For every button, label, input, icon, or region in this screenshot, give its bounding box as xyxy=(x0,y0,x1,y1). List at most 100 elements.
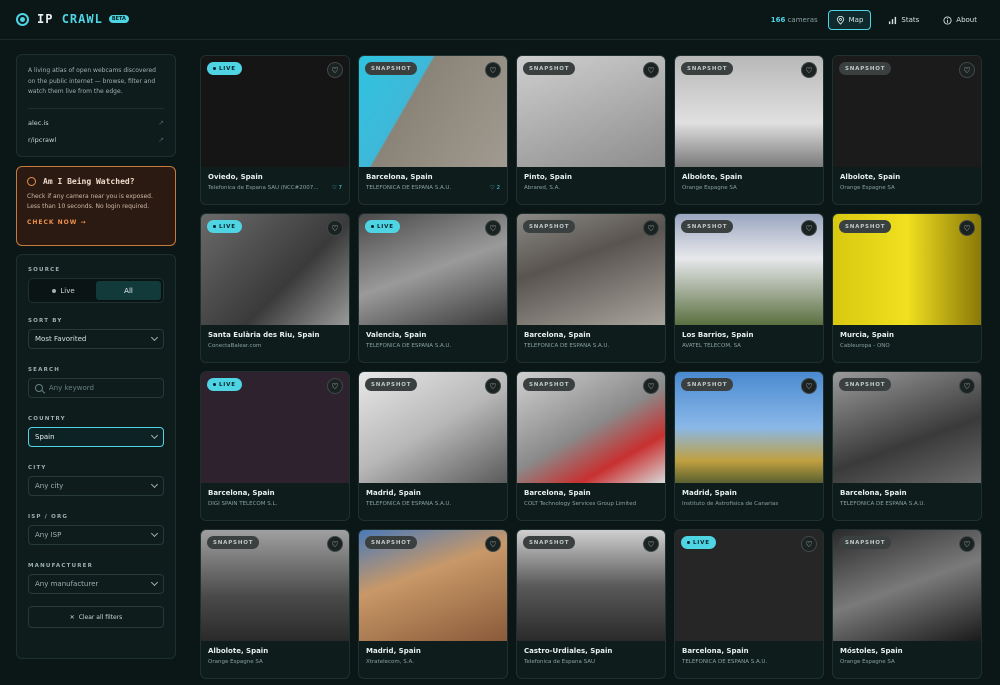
camera-isp: Telefonica de Espana SAU (NCC#2007... xyxy=(208,185,319,191)
camera-isp: ConectaBalear.com xyxy=(208,343,262,349)
status-badge: SNAPSHOT xyxy=(365,62,418,75)
camera-card[interactable]: LIVE ♡ Barcelona, Spain DIGI SPAIN TELECOM … xyxy=(200,371,350,521)
isp-select[interactable]: Any ISP xyxy=(28,525,164,545)
camera-card[interactable]: SNAPSHOT ♡ Móstoles, Spain Orange Espagne S… xyxy=(832,529,982,679)
camera-thumbnail[interactable]: SNAPSHOT ♡ xyxy=(833,56,981,167)
camera-card[interactable]: SNAPSHOT ♡ Albolote, Spain Orange Espagne S… xyxy=(200,529,350,679)
favorite-heart-icon[interactable]: ♡ xyxy=(801,536,817,552)
favorite-heart-icon[interactable]: ♡ xyxy=(643,62,659,78)
status-badge: SNAPSHOT xyxy=(207,536,260,549)
search-box xyxy=(28,378,164,398)
link-reddit[interactable]: r/ipcrawl ↗ xyxy=(28,132,164,149)
favorite-heart-icon[interactable]: ♡ xyxy=(327,378,343,394)
camera-city: Barcelona, Spain xyxy=(208,489,275,497)
favorite-heart-icon[interactable]: ♡ xyxy=(959,62,975,78)
status-badge: SNAPSHOT xyxy=(681,220,734,233)
camera-thumbnail[interactable]: SNAPSHOT ♡ xyxy=(833,214,981,325)
camera-thumbnail[interactable]: SNAPSHOT ♡ xyxy=(675,56,823,167)
camera-thumbnail[interactable]: SNAPSHOT ♡ xyxy=(675,214,823,325)
favorite-heart-icon[interactable]: ♡ xyxy=(485,536,501,552)
camera-card[interactable]: LIVE ♡ Valencia, Spain TELEFONICA DE ESPANA… xyxy=(358,213,508,363)
camera-thumbnail[interactable]: LIVE ♡ xyxy=(675,530,823,641)
favorite-heart-icon[interactable]: ♡ xyxy=(643,378,659,394)
camera-card[interactable]: SNAPSHOT ♡ Barcelona, Spain TELEFONICA DE E… xyxy=(832,371,982,521)
camera-card[interactable]: SNAPSHOT ♡ Castro-Urdiales, Spain Telefonic… xyxy=(516,529,666,679)
camera-card[interactable]: LIVE ♡ Oviedo, Spain Telefonica de Espana S… xyxy=(200,55,350,205)
camera-thumbnail[interactable]: LIVE ♡ xyxy=(201,56,349,167)
camera-card[interactable]: SNAPSHOT ♡ Madrid, Spain TELEFONICA DE ESPA… xyxy=(358,371,508,521)
camera-card[interactable]: LIVE ♡ Barcelona, Spain TELEFONICA DE ESPAN… xyxy=(674,529,824,679)
camera-isp: TELEFONICA DE ESPANA S.A.U. xyxy=(366,343,452,349)
camera-thumbnail[interactable]: SNAPSHOT ♡ xyxy=(517,56,665,167)
camera-city: Móstoles, Spain xyxy=(840,647,903,655)
nav-map[interactable]: Map xyxy=(827,10,872,30)
camera-card[interactable]: SNAPSHOT ♡ Barcelona, Spain TELEFONICA DE E… xyxy=(516,213,666,363)
favorite-heart-icon[interactable]: ♡ xyxy=(485,378,501,394)
camera-card[interactable]: SNAPSHOT ♡ Barcelona, Spain TELEFONICA DE E… xyxy=(358,55,508,205)
camera-isp: AVATEL TELECOM, SA xyxy=(682,343,741,349)
camera-card[interactable]: SNAPSHOT ♡ Murcia, Spain Cableuropa - ONO xyxy=(832,213,982,363)
source-all-option[interactable]: All xyxy=(96,281,161,300)
camera-city: Barcelona, Spain xyxy=(682,647,749,655)
favorite-heart-icon[interactable]: ♡ xyxy=(485,220,501,236)
camera-thumbnail[interactable]: LIVE ♡ xyxy=(201,214,349,325)
sort-select[interactable]: Most Favorited xyxy=(28,329,164,349)
camera-card[interactable]: SNAPSHOT ♡ Albolote, Spain Orange Espagne S… xyxy=(832,55,982,205)
favorite-heart-icon[interactable]: ♡ xyxy=(959,220,975,236)
camera-thumbnail[interactable]: SNAPSHOT ♡ xyxy=(833,530,981,641)
link-alec[interactable]: alec.is ↗ xyxy=(28,115,164,132)
camera-card[interactable]: SNAPSHOT ♡ Madrid, Spain Instituto de Astro… xyxy=(674,371,824,521)
favorite-heart-icon[interactable]: ♡ xyxy=(485,62,501,78)
favorite-heart-icon[interactable]: ♡ xyxy=(327,62,343,78)
logo[interactable]: IP CRAWL BETA xyxy=(16,12,129,26)
camera-thumbnail[interactable]: LIVE ♡ xyxy=(359,214,507,325)
camera-card[interactable]: SNAPSHOT ♡ Madrid, Spain Xtratelecom, S.A. xyxy=(358,529,508,679)
chevron-down-icon xyxy=(150,333,159,342)
camera-card[interactable]: SNAPSHOT ♡ Los Barrios, Spain AVATEL TELECO… xyxy=(674,213,824,363)
camera-isp: TELEFONICA DE ESPANA S.A.U. xyxy=(366,185,452,191)
info-icon xyxy=(943,15,952,25)
camera-card[interactable]: SNAPSHOT ♡ Albolote, Spain Orange Espagne S… xyxy=(674,55,824,205)
camera-thumbnail[interactable]: SNAPSHOT ♡ xyxy=(517,372,665,483)
nav-about[interactable]: About xyxy=(936,10,984,30)
status-badge: SNAPSHOT xyxy=(839,220,892,233)
camera-thumbnail[interactable]: SNAPSHOT ♡ xyxy=(359,56,507,167)
source-live-option[interactable]: Live xyxy=(31,281,96,300)
filters-panel: SOURCE Live All SORT BY Most Favorited S… xyxy=(16,254,176,659)
camera-isp: DIGI SPAIN TELECOM S.L. xyxy=(208,501,278,507)
camera-thumbnail[interactable]: SNAPSHOT ♡ xyxy=(675,372,823,483)
favorite-heart-icon[interactable]: ♡ xyxy=(643,536,659,552)
manufacturer-select[interactable]: Any manufacturer xyxy=(28,574,164,594)
logo-icon xyxy=(16,12,29,26)
camera-thumbnail[interactable]: LIVE ♡ xyxy=(201,372,349,483)
watched-card[interactable]: Am I Being Watched? Check if any camera … xyxy=(16,166,176,246)
camera-isp: Cableuropa - ONO xyxy=(840,343,890,349)
check-now-button[interactable]: CHECK NOW → xyxy=(27,219,165,226)
favorite-heart-icon[interactable]: ♡ xyxy=(801,62,817,78)
favorite-heart-icon[interactable]: ♡ xyxy=(801,378,817,394)
favorite-heart-icon[interactable]: ♡ xyxy=(327,536,343,552)
camera-card[interactable]: LIVE ♡ Santa Eulària des Riu, Spain Conecta… xyxy=(200,213,350,363)
camera-thumbnail[interactable]: SNAPSHOT ♡ xyxy=(201,530,349,641)
city-select[interactable]: Any city xyxy=(28,476,164,496)
nav-stats[interactable]: Stats xyxy=(881,10,926,30)
country-select[interactable]: Spain xyxy=(28,427,164,447)
camera-card[interactable]: SNAPSHOT ♡ Barcelona, Spain COLT Technology… xyxy=(516,371,666,521)
camera-thumbnail[interactable]: SNAPSHOT ♡ xyxy=(359,530,507,641)
favorite-heart-icon[interactable]: ♡ xyxy=(959,378,975,394)
chevron-down-icon xyxy=(150,529,159,538)
top-bar: IP CRAWL BETA 166 cameras Map Stats Abou… xyxy=(0,0,1000,40)
camera-thumbnail[interactable]: SNAPSHOT ♡ xyxy=(833,372,981,483)
search-input[interactable] xyxy=(48,384,157,392)
camera-thumbnail[interactable]: SNAPSHOT ♡ xyxy=(359,372,507,483)
camera-thumbnail[interactable]: SNAPSHOT ♡ xyxy=(517,214,665,325)
camera-card[interactable]: SNAPSHOT ♡ Pinto, Spain Abrared, S.A. xyxy=(516,55,666,205)
favorite-heart-icon[interactable]: ♡ xyxy=(327,220,343,236)
favorite-heart-icon[interactable]: ♡ xyxy=(959,536,975,552)
clear-filters-button[interactable]: ✕ Clear all filters xyxy=(28,606,164,628)
camera-thumbnail[interactable]: SNAPSHOT ♡ xyxy=(517,530,665,641)
favorite-heart-icon[interactable]: ♡ xyxy=(801,220,817,236)
camera-isp: COLT Technology Services Group Limited xyxy=(524,501,637,507)
favorite-heart-icon[interactable]: ♡ xyxy=(643,220,659,236)
intro-card: A living atlas of open webcams discovere… xyxy=(16,54,176,157)
